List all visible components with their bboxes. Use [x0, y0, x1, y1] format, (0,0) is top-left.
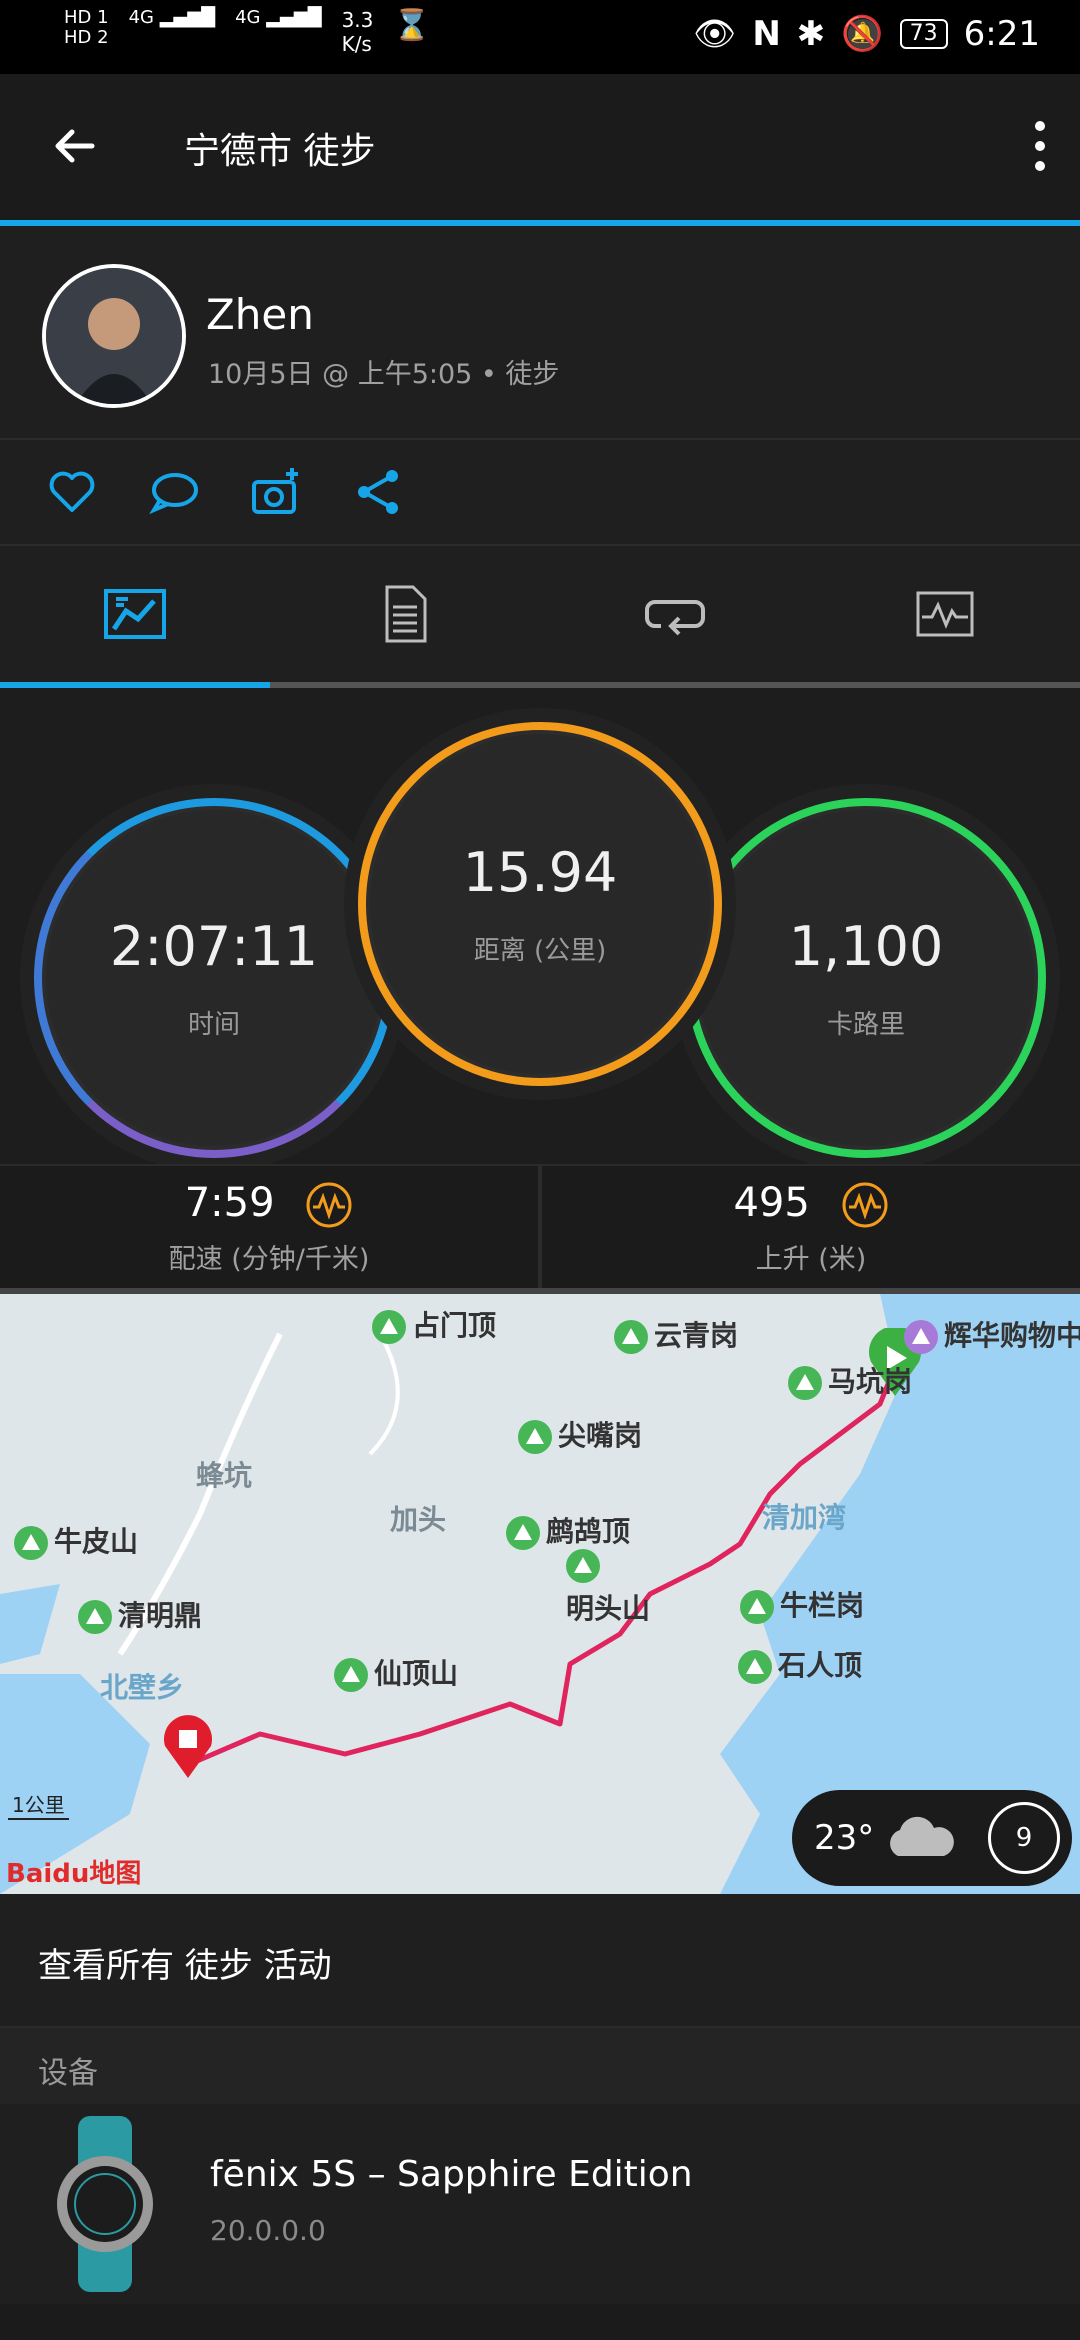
pace-stat: 7:59 配速 (分钟/千米): [0, 1166, 538, 1288]
avatar[interactable]: [42, 264, 186, 408]
route-map[interactable]: 占门顶 云青岗 辉华购物中 马坑岗 尖嘴岗 鹧鸪顶 牛皮山 明头山 牛栏岗 清明…: [0, 1288, 1080, 1894]
distance-value: 15.94: [462, 841, 618, 904]
more-vert-icon[interactable]: [1028, 118, 1052, 174]
ascent-label: 上升 (米): [755, 1244, 867, 1275]
comment-icon[interactable]: [148, 466, 200, 518]
baidu-map-logo: Baidu地图: [6, 1859, 142, 1889]
tab-laps[interactable]: [540, 546, 810, 682]
poi-jianzuigang[interactable]: 尖嘴岗: [518, 1414, 642, 1454]
app-bar: 宁德市 徒步: [0, 74, 1080, 226]
pace-label: 配速 (分钟/千米): [168, 1244, 370, 1275]
activity-date: 10月5日 @ 上午5:05 • 徒步: [208, 359, 560, 390]
distance-label: 距离 (公里): [473, 936, 607, 966]
weather-badge[interactable]: 23° 9: [792, 1790, 1072, 1886]
like-heart-icon[interactable]: [46, 466, 98, 518]
time-ring: 2:07:11 时间: [34, 798, 394, 1158]
clock: 6:21: [963, 14, 1040, 54]
page-title: 宁德市 徒步: [184, 131, 376, 172]
poi-zhanmending[interactable]: 占门顶: [372, 1304, 496, 1344]
summary-stats: 2:07:11 时间 1,100 卡路里 15.94 距离 (公里): [0, 688, 1080, 1158]
calories-value: 1,100: [788, 915, 944, 978]
heart-rate-chart-icon: [916, 591, 974, 637]
distance-ring: 15.94 距离 (公里): [358, 722, 722, 1086]
activity-wave-icon: [306, 1182, 352, 1228]
device-name: fēnix 5S – Sapphire Edition: [210, 2154, 693, 2195]
activity-tabs: [0, 546, 1080, 688]
bluetooth-icon: ✱: [796, 14, 826, 54]
area-label: 清加湾: [762, 1501, 847, 1534]
poi-huihua-mall[interactable]: 辉华购物中: [904, 1314, 1080, 1354]
ascent-value: 495: [733, 1180, 810, 1226]
poi-niulangang[interactable]: 牛栏岗: [740, 1584, 864, 1624]
share-icon[interactable]: [352, 466, 404, 518]
poi-shirending[interactable]: 石人顶: [738, 1644, 862, 1684]
time-value: 2:07:11: [109, 915, 319, 978]
cloud-icon: [890, 1816, 955, 1856]
poi-makenggang[interactable]: 马坑岗: [788, 1360, 912, 1400]
time-label: 时间: [187, 1010, 240, 1040]
action-row: [0, 440, 1080, 546]
wind-speed-dial: 9: [988, 1802, 1060, 1874]
view-all-activities[interactable]: 查看所有 徒步 活动: [0, 1894, 1080, 2028]
calories-ring: 1,100 卡路里: [686, 798, 1046, 1158]
map-scale: 1公里: [8, 1789, 69, 1820]
pace-value: 7:59: [184, 1180, 275, 1226]
section-title: 设备: [38, 2056, 98, 2091]
sim-indicator: HD 1 HD 2: [64, 7, 109, 48]
poi-yunqinggang[interactable]: 云青岗: [614, 1314, 738, 1354]
tab-charts[interactable]: [810, 546, 1080, 682]
tab-overview[interactable]: [0, 546, 270, 682]
area-label: 蜂坑: [196, 1459, 253, 1492]
nfc-icon: N: [752, 14, 781, 54]
loop-icon: [645, 600, 705, 636]
finish-marker-icon: [164, 1715, 212, 1778]
area-label: 加头: [390, 1503, 447, 1536]
watch-image: [57, 2116, 153, 2292]
mute-icon: 🔕: [841, 14, 884, 54]
overview-chart-icon: [104, 589, 166, 639]
device-row[interactable]: fēnix 5S – Sapphire Edition 20.0.0.0: [0, 2104, 1080, 2304]
user-name[interactable]: Zhen: [206, 290, 314, 339]
device-version: 20.0.0.0: [210, 2214, 326, 2247]
network-speed: 3.3 K/s: [341, 8, 374, 56]
tab-details[interactable]: [270, 546, 540, 682]
activity-wave-icon: [842, 1182, 888, 1228]
hourglass-icon: ⌛: [393, 8, 431, 43]
temperature: 23°: [814, 1818, 875, 1858]
area-label: 北壁乡: [100, 1671, 185, 1704]
poi-xiandingshan[interactable]: 仙顶山: [334, 1652, 458, 1692]
back-arrow-icon[interactable]: [50, 122, 98, 170]
document-icon: [385, 585, 427, 643]
calories-label: 卡路里: [826, 1010, 905, 1040]
device-section-header: 设备: [0, 2028, 1080, 2104]
poi-qingmingding[interactable]: 清明鼎: [78, 1594, 202, 1634]
activity-owner: Zhen 10月5日 @ 上午5:05 • 徒步: [0, 226, 1080, 440]
poi-mingtoushan[interactable]: 明头山: [566, 1548, 650, 1627]
ascent-stat: 495 上升 (米): [538, 1166, 1080, 1288]
battery-indicator: 73: [899, 19, 948, 49]
signal-2: 4G ▂▄▆█: [235, 7, 322, 28]
secondary-stats: 7:59 配速 (分钟/千米) 495 上升 (米): [0, 1164, 1080, 1288]
signal-1: 4G ▂▄▆█: [128, 7, 216, 28]
status-bar: HD 1 HD 2 4G ▂▄▆█ 4G ▂▄▆█ 3.3 K/s ⌛ 👁 N …: [0, 0, 1080, 74]
poi-niupishan[interactable]: 牛皮山: [14, 1520, 138, 1560]
view-all-label: 查看所有 徒步 活动: [38, 1946, 332, 1986]
add-photo-icon[interactable]: [250, 466, 302, 518]
eye-icon: 👁: [693, 14, 737, 54]
poi-zhegudding[interactable]: 鹧鸪顶: [506, 1510, 630, 1550]
